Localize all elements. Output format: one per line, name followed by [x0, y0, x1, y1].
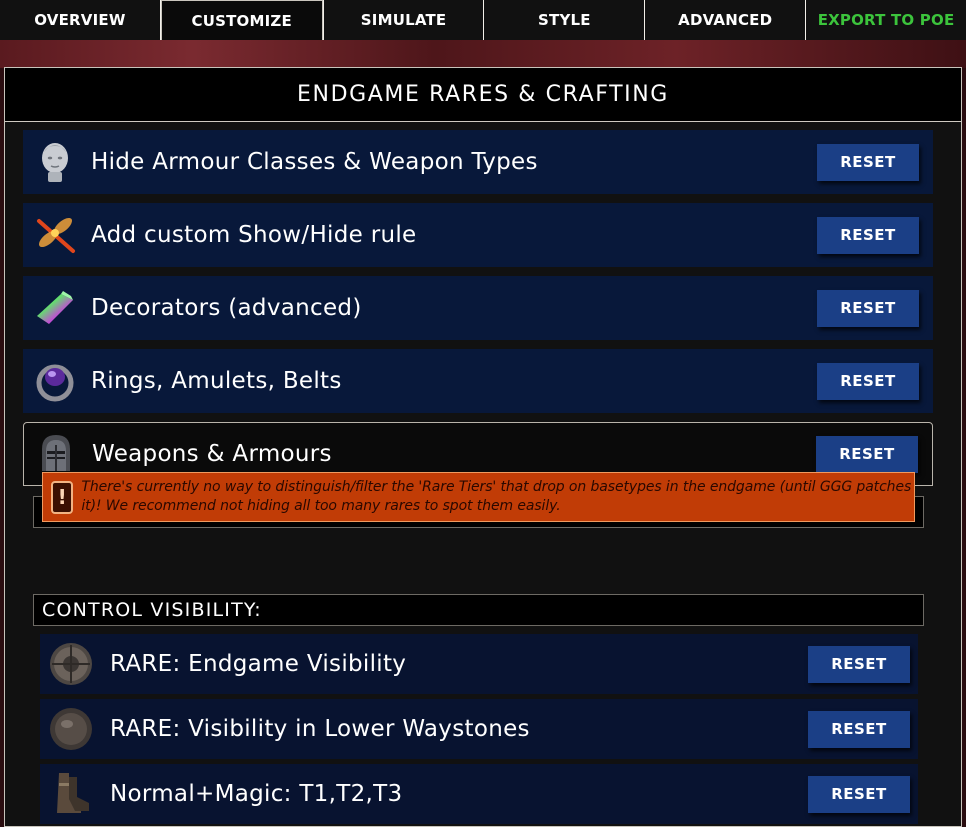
subitem-normal-magic-tiers[interactable]: Normal+Magic: T1,T2,T3 RESET: [40, 764, 918, 824]
reset-button[interactable]: RESET: [816, 435, 918, 473]
reset-button[interactable]: RESET: [817, 143, 919, 181]
reset-button[interactable]: RESET: [808, 645, 910, 683]
subitem-label: Normal+Magic: T1,T2,T3: [110, 781, 403, 807]
tab-advanced[interactable]: ADVANCED: [645, 0, 806, 40]
background-art-strip: [0, 40, 966, 68]
exclamation-icon: !: [51, 480, 74, 514]
round-shield-icon: [46, 639, 96, 689]
section-label: Weapons & Armours: [92, 441, 332, 467]
warning-banner: ! There's currently no way to distinguis…: [42, 472, 915, 522]
statue-head-icon: [33, 140, 77, 184]
reset-button[interactable]: RESET: [817, 289, 919, 327]
dragonfly-icon: [33, 213, 77, 257]
section-decorators[interactable]: Decorators (advanced) RESET: [23, 276, 933, 340]
reset-button[interactable]: RESET: [808, 775, 910, 813]
rainbow-chisel-icon: [33, 286, 77, 330]
reset-button[interactable]: RESET: [808, 710, 910, 748]
section-label: Rings, Amulets, Belts: [91, 368, 342, 394]
section-label: Add custom Show/Hide rule: [91, 222, 417, 248]
reset-button[interactable]: RESET: [817, 362, 919, 400]
tab-export-to-poe[interactable]: EXPORT TO POE: [806, 0, 966, 40]
helmet-icon: [34, 432, 78, 476]
section-label: Decorators (advanced): [91, 295, 362, 321]
tab-style[interactable]: STYLE: [484, 0, 645, 40]
subitem-label: RARE: Endgame Visibility: [110, 651, 407, 677]
ring-icon: [33, 359, 77, 403]
subitem-rare-lower-waystones[interactable]: RARE: Visibility in Lower Waystones RESE…: [40, 699, 918, 759]
reset-button[interactable]: RESET: [817, 216, 919, 254]
section-label: Hide Armour Classes & Weapon Types: [91, 149, 538, 175]
warning-text: There's currently no way to distinguish/…: [81, 479, 912, 514]
boots-icon: [46, 769, 96, 819]
section-hide-armour-classes[interactable]: Hide Armour Classes & Weapon Types RESET: [23, 130, 933, 194]
subitem-rare-endgame-visibility[interactable]: RARE: Endgame Visibility RESET: [40, 634, 918, 694]
tab-simulate[interactable]: SIMULATE: [323, 0, 484, 40]
section-rings-amulets-belts[interactable]: Rings, Amulets, Belts RESET: [23, 349, 933, 413]
subitem-label: RARE: Visibility in Lower Waystones: [110, 716, 530, 742]
tab-overview[interactable]: OVERVIEW: [0, 0, 160, 40]
top-nav: OVERVIEW CUSTOMIZE SIMULATE STYLE ADVANC…: [0, 0, 966, 40]
buckler-icon: [46, 704, 96, 754]
tab-customize[interactable]: CUSTOMIZE: [160, 0, 323, 40]
panel-title: ENDGAME RARES & CRAFTING: [5, 68, 961, 122]
control-visibility-header: CONTROL VISIBILITY:: [33, 594, 924, 626]
section-add-custom-rule[interactable]: Add custom Show/Hide rule RESET: [23, 203, 933, 267]
